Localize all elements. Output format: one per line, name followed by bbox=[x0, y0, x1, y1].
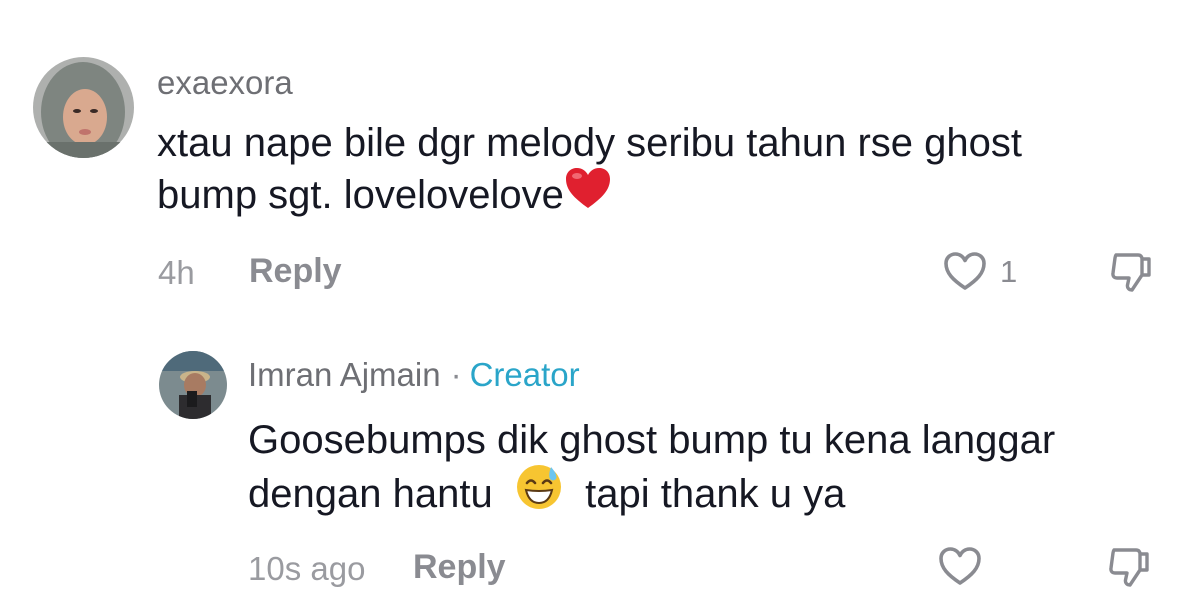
comment-author[interactable]: Imran Ajmain · Creator bbox=[248, 356, 580, 394]
like-button[interactable] bbox=[937, 545, 983, 587]
avatar[interactable] bbox=[159, 351, 227, 419]
like-button[interactable] bbox=[942, 250, 988, 292]
heart-outline-icon bbox=[944, 252, 986, 290]
reply-button[interactable]: Reply bbox=[413, 548, 506, 587]
heart-emoji bbox=[564, 166, 612, 223]
thumbs-down-icon bbox=[1111, 253, 1151, 292]
separator-dot: · bbox=[450, 356, 462, 393]
thumbs-down-icon bbox=[1109, 548, 1149, 587]
comment-author[interactable]: exaexora bbox=[157, 64, 293, 102]
comment-text-line: Goosebumps dik ghost bump tu kena langga… bbox=[248, 418, 1056, 462]
author-name[interactable]: Imran Ajmain bbox=[248, 356, 441, 393]
like-count: 1 bbox=[1000, 254, 1018, 289]
creator-badge: Creator bbox=[469, 356, 580, 393]
comment-text-line: dengan hantu tapi thank u ya bbox=[248, 463, 1055, 527]
comment-timestamp: 4h bbox=[158, 254, 195, 291]
grinning-sweat-emoji bbox=[515, 463, 563, 524]
comment-text: Goosebumps dik ghost bump tu kena langga… bbox=[248, 414, 1055, 527]
heart-outline-icon bbox=[939, 547, 981, 585]
comment-text-line: xtau nape bile dgr melody seribu tahun r… bbox=[157, 121, 1022, 165]
dislike-button[interactable] bbox=[1106, 544, 1152, 590]
dislike-button[interactable] bbox=[1108, 249, 1154, 295]
reply-button[interactable]: Reply bbox=[249, 252, 342, 291]
avatar[interactable] bbox=[33, 57, 134, 158]
comment-text-line: bump sgt. lovelovelove bbox=[157, 166, 1022, 226]
comment-text: xtau nape bile dgr melody seribu tahun r… bbox=[157, 117, 1022, 226]
comment-timestamp: 10s ago bbox=[248, 550, 366, 587]
